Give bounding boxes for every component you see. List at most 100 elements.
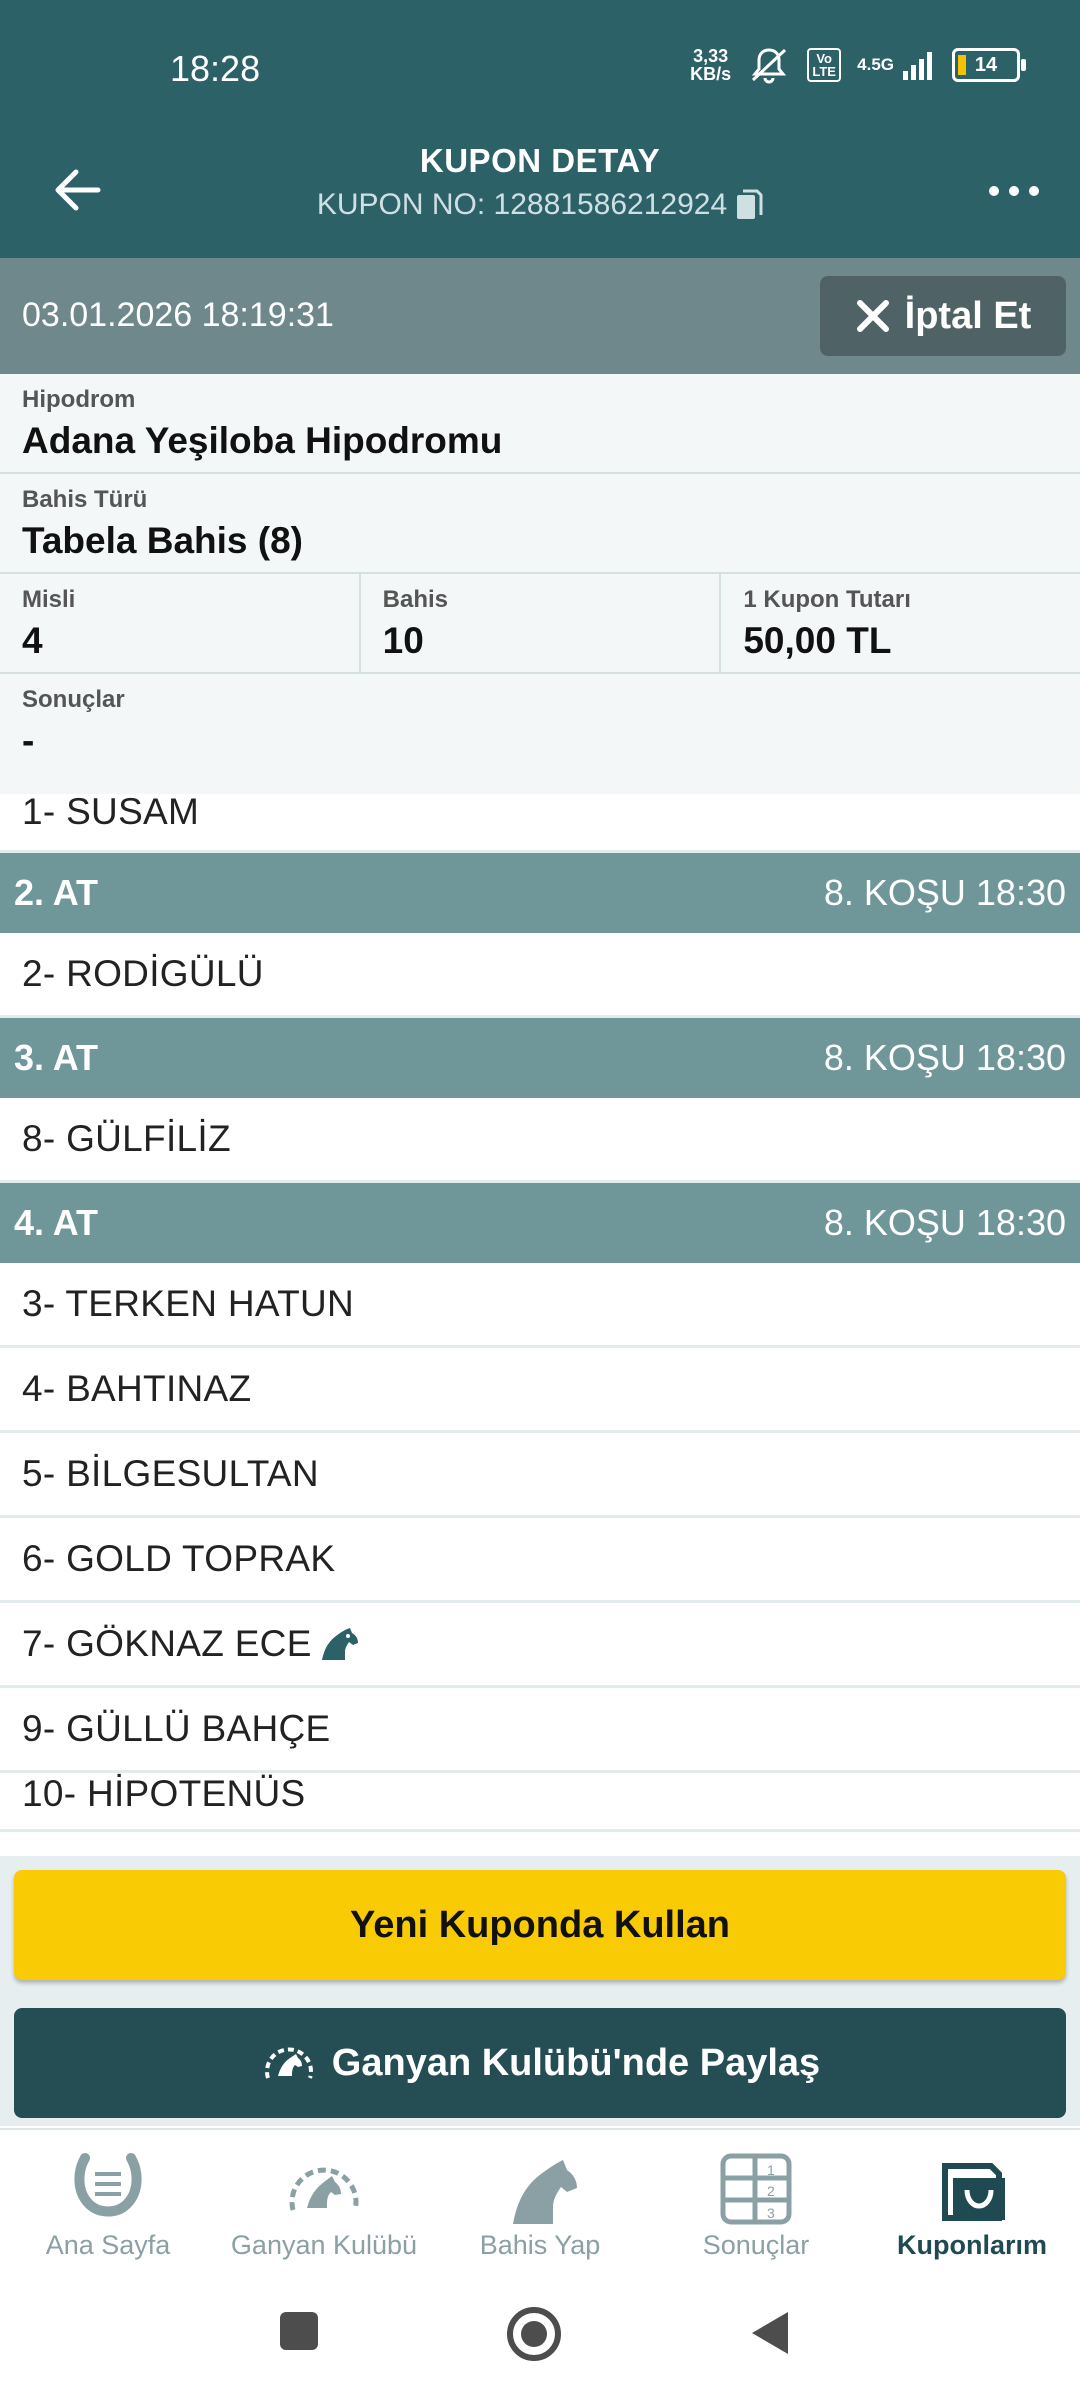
status-icons: 3,33 KB/s Vo LTE 4.5G 14	[690, 46, 1026, 84]
home-icon[interactable]	[506, 2306, 562, 2362]
status-time: 18:28	[170, 48, 261, 89]
horse-selection-list[interactable]: 1- SUSAM 2. AT 8. KOŞU 18:30 2- RODİGÜLÜ…	[0, 791, 1080, 1832]
use-in-new-coupon-button[interactable]: Yeni Kuponda Kullan	[14, 1870, 1066, 1980]
horse-name: 5- BİLGESULTAN	[22, 1453, 319, 1494]
battery-icon: 14	[952, 48, 1026, 82]
app-header: KUPON DETAY KUPON NO: 12881586212924	[0, 140, 1080, 258]
close-icon	[856, 300, 889, 332]
recents-icon[interactable]	[278, 2310, 320, 2352]
hippodrome-label: Hipodrom	[22, 386, 136, 413]
bet-type-value: Tabela Bahis (8)	[22, 520, 304, 561]
action-area: Yeni Kuponda Kullan Ganyan Kulübü'nde Pa…	[0, 1856, 1080, 2126]
horse-name: 2- RODİGÜLÜ	[22, 953, 264, 994]
horse-name: 7- GÖKNAZ ECE	[22, 1623, 312, 1664]
horse-name: 3- TERKEN HATUN	[22, 1283, 355, 1324]
leg-title: 2. AT	[14, 872, 99, 913]
net-speed: 3,33 KB/s	[690, 47, 731, 83]
leg-race-time: 8. KOŞU 18:30	[823, 872, 1066, 913]
status-bar: 18:28 3,33 KB/s Vo LTE 4.5G 14	[0, 0, 1080, 140]
bet-type-row: Bahis Türü Tabela Bahis (8)	[0, 474, 1080, 574]
list-item: 2- RODİGÜLÜ	[0, 933, 1080, 1018]
nav-label: Sonuçlar	[702, 2230, 810, 2260]
horse-head-icon	[513, 2160, 577, 2224]
nav-label: Ganyan Kulübü	[230, 2230, 418, 2260]
coupon-number: KUPON NO: 12881586212924	[0, 188, 1080, 222]
misli-label: Misli	[22, 586, 76, 613]
results-grid-icon: 1 2 3	[720, 2153, 792, 2225]
coupon-number-text: KUPON NO: 12881586212924	[316, 188, 728, 221]
horseshoe-icon	[74, 2153, 142, 2217]
svg-text:1: 1	[767, 2162, 775, 2178]
leg-race-time: 8. KOŞU 18:30	[823, 1037, 1066, 1078]
horse-head-icon	[321, 1628, 358, 1660]
nav-item-results[interactable]: 1 2 3 Sonuçlar	[648, 2130, 864, 2282]
nav-item-bet[interactable]: Bahis Yap	[432, 2130, 648, 2282]
list-item: 4- BAHTINAZ	[0, 1348, 1080, 1433]
list-item: 5- BİLGESULTAN	[0, 1433, 1080, 1518]
bottom-navigation: Ana Sayfa Ganyan Kulübü Bahis Yap 1 2 3 …	[0, 2128, 1080, 2282]
misli-cell: Misli 4	[0, 574, 361, 672]
list-item: 7- GÖKNAZ ECE	[0, 1603, 1080, 1688]
more-options-icon[interactable]	[984, 166, 1044, 216]
results-label: Sonuçlar	[22, 686, 125, 713]
cancel-label: İptal Et	[904, 294, 1032, 337]
share-button[interactable]: Ganyan Kulübü'nde Paylaş	[14, 2008, 1066, 2118]
hippodrome-value: Adana Yeşiloba Hipodromu	[22, 420, 503, 461]
club-icon	[289, 2167, 359, 2211]
coupon-info: Hipodrom Adana Yeşiloba Hipodromu Bahis …	[0, 374, 1080, 798]
net-speed-value: 3,33	[693, 46, 729, 66]
horse-name: 10- HİPOTENÜS	[22, 1773, 306, 1814]
list-item: 10- HİPOTENÜS	[0, 1773, 1080, 1832]
leg-title: 3. AT	[14, 1037, 99, 1078]
nav-label: Kuponlarım	[896, 2230, 1047, 2260]
results-row: Sonuçlar -	[0, 674, 1080, 798]
amount-label: 1 Kupon Tutarı	[743, 586, 911, 613]
leg-header: 4. AT 8. KOŞU 18:30	[0, 1183, 1080, 1263]
coupon-datetime: 03.01.2026 18:19:31	[22, 296, 334, 334]
coupons-icon	[942, 2163, 1005, 2221]
list-item: 6- GOLD TOPRAK	[0, 1518, 1080, 1603]
leg-header: 2. AT 8. KOŞU 18:30	[0, 853, 1080, 933]
amount-value: 50,00 TL	[743, 620, 892, 661]
network-type: 4.5G	[857, 55, 894, 74]
net-speed-unit: KB/s	[690, 64, 732, 84]
nav-item-club[interactable]: Ganyan Kulübü	[216, 2130, 432, 2282]
misli-value: 4	[22, 620, 43, 661]
leg-header: 3. AT 8. KOŞU 18:30	[0, 1018, 1080, 1098]
amounts-row: Misli 4 Bahis 10 1 Kupon Tutarı 50,00 TL	[0, 574, 1080, 674]
bahis-value: 10	[382, 620, 424, 661]
nav-item-home[interactable]: Ana Sayfa	[0, 2130, 216, 2282]
bahis-cell: Bahis 10	[361, 574, 722, 672]
hippodrome-row: Hipodrom Adana Yeşiloba Hipodromu	[0, 374, 1080, 474]
svg-text:3: 3	[767, 2205, 775, 2221]
use-in-new-coupon-label: Yeni Kuponda Kullan	[349, 1903, 731, 1946]
cancel-coupon-button[interactable]: İptal Et	[820, 276, 1066, 356]
share-label: Ganyan Kulübü'nde Paylaş	[331, 2041, 821, 2084]
nav-label: Bahis Yap	[479, 2230, 601, 2260]
list-item: 1- SUSAM	[0, 791, 1080, 853]
horse-name: 1- SUSAM	[22, 791, 200, 832]
amount-cell: 1 Kupon Tutarı 50,00 TL	[721, 574, 1080, 672]
battery-level: 14	[974, 54, 998, 76]
horse-name: 4- BAHTINAZ	[22, 1368, 252, 1409]
volte-icon: Vo LTE	[807, 48, 842, 82]
horse-name: 9- GÜLLÜ BAHÇE	[22, 1708, 331, 1749]
list-item: 3- TERKEN HATUN	[0, 1263, 1080, 1348]
club-icon	[264, 2047, 313, 2079]
back-triangle-icon[interactable]	[748, 2310, 790, 2356]
list-item: 8- GÜLFİLİZ	[0, 1098, 1080, 1183]
coupon-date-bar: 03.01.2026 18:19:31 İptal Et	[0, 258, 1080, 374]
nav-item-coupons[interactable]: Kuponlarım	[864, 2130, 1080, 2282]
bahis-label: Bahis	[382, 586, 449, 613]
mute-bell-icon	[752, 48, 787, 84]
svg-text:2: 2	[767, 2183, 775, 2199]
signal-icon	[903, 52, 932, 80]
leg-title: 4. AT	[14, 1202, 99, 1243]
leg-race-time: 8. KOŞU 18:30	[823, 1202, 1066, 1243]
horse-name: 8- GÜLFİLİZ	[22, 1118, 231, 1159]
page-title: KUPON DETAY	[419, 142, 661, 179]
nav-label: Ana Sayfa	[45, 2230, 171, 2260]
copy-icon[interactable]	[735, 189, 763, 221]
system-navigation-bar	[0, 2280, 1080, 2400]
results-value: -	[22, 720, 35, 761]
